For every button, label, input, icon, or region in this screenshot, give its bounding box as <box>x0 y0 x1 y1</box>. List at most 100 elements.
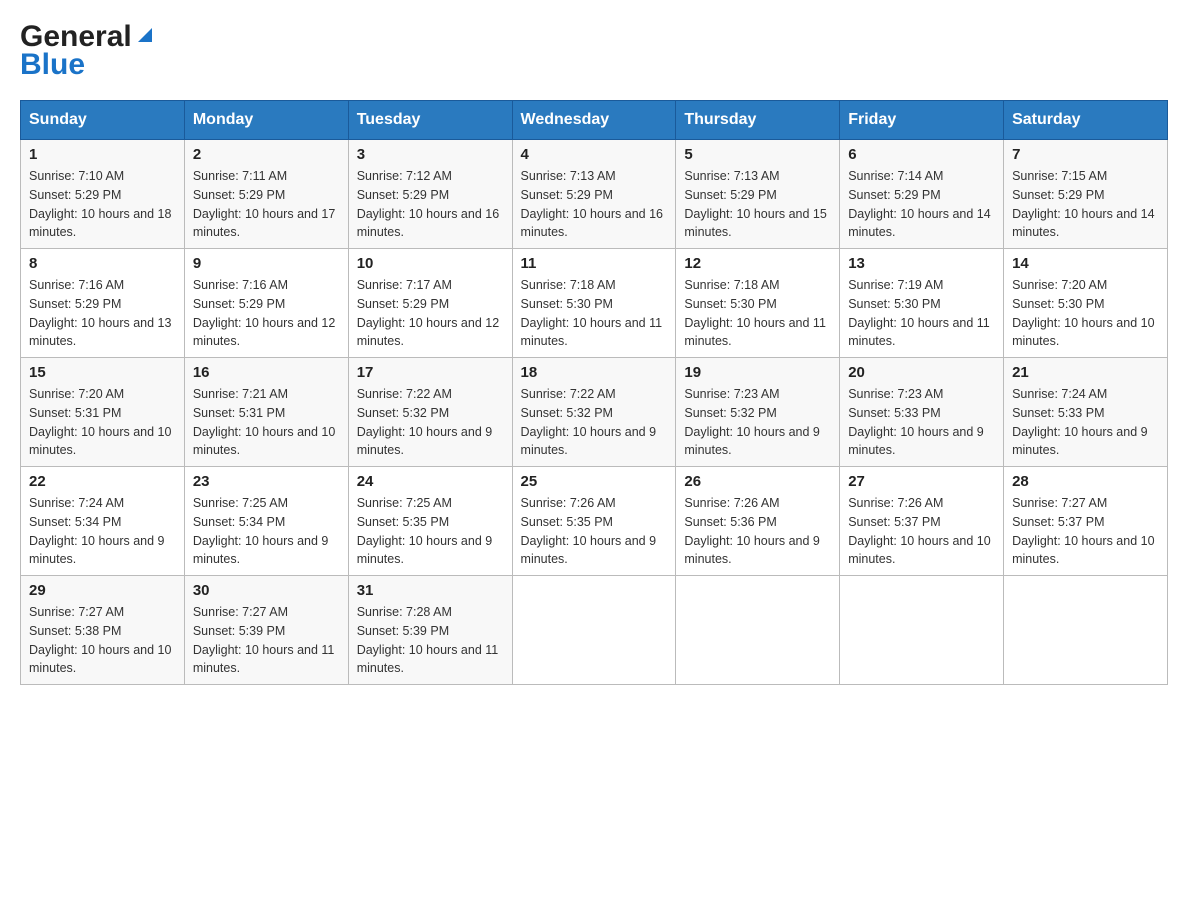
sunrise-text: Sunrise: 7:20 AM <box>1012 276 1159 295</box>
sunset-text: Sunset: 5:32 PM <box>521 404 668 423</box>
sunrise-text: Sunrise: 7:26 AM <box>521 494 668 513</box>
daylight-text: Daylight: 10 hours and 11 minutes. <box>848 314 995 352</box>
day-number: 19 <box>684 364 831 381</box>
sunset-text: Sunset: 5:32 PM <box>357 404 504 423</box>
week-row-2: 8Sunrise: 7:16 AMSunset: 5:29 PMDaylight… <box>21 249 1168 358</box>
daylight-text: Daylight: 10 hours and 15 minutes. <box>684 205 831 243</box>
sunset-text: Sunset: 5:30 PM <box>521 295 668 314</box>
sunrise-text: Sunrise: 7:13 AM <box>521 167 668 186</box>
daylight-text: Daylight: 10 hours and 13 minutes. <box>29 314 176 352</box>
daylight-text: Daylight: 10 hours and 11 minutes. <box>357 641 504 679</box>
daylight-text: Daylight: 10 hours and 10 minutes. <box>1012 532 1159 570</box>
daylight-text: Daylight: 10 hours and 14 minutes. <box>848 205 995 243</box>
daylight-text: Daylight: 10 hours and 14 minutes. <box>1012 205 1159 243</box>
day-info: Sunrise: 7:21 AMSunset: 5:31 PMDaylight:… <box>193 385 340 460</box>
day-info: Sunrise: 7:15 AMSunset: 5:29 PMDaylight:… <box>1012 167 1159 242</box>
daylight-text: Daylight: 10 hours and 10 minutes. <box>29 641 176 679</box>
sunrise-text: Sunrise: 7:15 AM <box>1012 167 1159 186</box>
header-saturday: Saturday <box>1004 101 1168 140</box>
day-info: Sunrise: 7:18 AMSunset: 5:30 PMDaylight:… <box>684 276 831 351</box>
sunset-text: Sunset: 5:29 PM <box>521 186 668 205</box>
day-number: 8 <box>29 255 176 272</box>
day-number: 3 <box>357 146 504 163</box>
daylight-text: Daylight: 10 hours and 9 minutes. <box>1012 423 1159 461</box>
sunset-text: Sunset: 5:39 PM <box>357 622 504 641</box>
daylight-text: Daylight: 10 hours and 9 minutes. <box>848 423 995 461</box>
calendar-cell-2: 2Sunrise: 7:11 AMSunset: 5:29 PMDaylight… <box>184 140 348 249</box>
sunrise-text: Sunrise: 7:28 AM <box>357 603 504 622</box>
daylight-text: Daylight: 10 hours and 9 minutes. <box>521 423 668 461</box>
daylight-text: Daylight: 10 hours and 9 minutes. <box>29 532 176 570</box>
calendar-cell-empty <box>676 576 840 685</box>
calendar-cell-19: 19Sunrise: 7:23 AMSunset: 5:32 PMDayligh… <box>676 358 840 467</box>
day-number: 5 <box>684 146 831 163</box>
day-number: 6 <box>848 146 995 163</box>
sunrise-text: Sunrise: 7:27 AM <box>1012 494 1159 513</box>
calendar-cell-20: 20Sunrise: 7:23 AMSunset: 5:33 PMDayligh… <box>840 358 1004 467</box>
day-number: 23 <box>193 473 340 490</box>
day-info: Sunrise: 7:24 AMSunset: 5:34 PMDaylight:… <box>29 494 176 569</box>
daylight-text: Daylight: 10 hours and 11 minutes. <box>521 314 668 352</box>
header-friday: Friday <box>840 101 1004 140</box>
daylight-text: Daylight: 10 hours and 9 minutes. <box>684 532 831 570</box>
logo: General Blue <box>20 20 156 82</box>
sunrise-text: Sunrise: 7:25 AM <box>357 494 504 513</box>
calendar-cell-24: 24Sunrise: 7:25 AMSunset: 5:35 PMDayligh… <box>348 467 512 576</box>
sunset-text: Sunset: 5:29 PM <box>1012 186 1159 205</box>
calendar-cell-16: 16 Sunrise: 7:21 AMSunset: 5:31 PMDayligh… <box>184 358 348 467</box>
sunrise-text: Sunrise: 7:11 AM <box>193 167 340 186</box>
day-number: 7 <box>1012 146 1159 163</box>
sunset-text: Sunset: 5:37 PM <box>1012 513 1159 532</box>
sunrise-text: Sunrise: 7:24 AM <box>29 494 176 513</box>
day-number: 16 <box>193 364 340 381</box>
daylight-text: Daylight: 10 hours and 10 minutes. <box>193 423 340 461</box>
sunrise-text: Sunrise: 7:13 AM <box>684 167 831 186</box>
calendar-cell-27: 27Sunrise: 7:26 AMSunset: 5:37 PMDayligh… <box>840 467 1004 576</box>
sunset-text: Sunset: 5:29 PM <box>684 186 831 205</box>
header-wednesday: Wednesday <box>512 101 676 140</box>
calendar-cell-5: 5 Sunrise: 7:13 AMSunset: 5:29 PMDaylight… <box>676 140 840 249</box>
daylight-text: Daylight: 10 hours and 16 minutes. <box>357 205 504 243</box>
day-info: Sunrise: 7:23 AMSunset: 5:33 PMDaylight:… <box>848 385 995 460</box>
sunset-text: Sunset: 5:34 PM <box>29 513 176 532</box>
sunrise-text: Sunrise: 7:26 AM <box>848 494 995 513</box>
day-number: 21 <box>1012 364 1159 381</box>
sunrise-text: Sunrise: 7:17 AM <box>357 276 504 295</box>
daylight-text: Daylight: 10 hours and 10 minutes. <box>1012 314 1159 352</box>
day-info: Sunrise: 7:13 AMSunset: 5:29 PMDaylight:… <box>684 167 831 242</box>
week-row-1: 1Sunrise: 7:10 AMSunset: 5:29 PMDaylight… <box>21 140 1168 249</box>
day-info: Sunrise: 7:20 AMSunset: 5:30 PMDaylight:… <box>1012 276 1159 351</box>
day-info: Sunrise: 7:27 AMSunset: 5:38 PMDaylight:… <box>29 603 176 678</box>
sunrise-text: Sunrise: 7:14 AM <box>848 167 995 186</box>
calendar-cell-8: 8Sunrise: 7:16 AMSunset: 5:29 PMDaylight… <box>21 249 185 358</box>
day-number: 28 <box>1012 473 1159 490</box>
sunset-text: Sunset: 5:39 PM <box>193 622 340 641</box>
calendar-cell-17: 17Sunrise: 7:22 AMSunset: 5:32 PMDayligh… <box>348 358 512 467</box>
calendar-cell-empty <box>840 576 1004 685</box>
day-info: Sunrise: 7:10 AMSunset: 5:29 PMDaylight:… <box>29 167 176 242</box>
day-number: 1 <box>29 146 176 163</box>
day-info: Sunrise: 7:20 AMSunset: 5:31 PMDaylight:… <box>29 385 176 460</box>
day-info: Sunrise: 7:13 AMSunset: 5:29 PMDaylight:… <box>521 167 668 242</box>
day-number: 27 <box>848 473 995 490</box>
day-number: 26 <box>684 473 831 490</box>
sunrise-text: Sunrise: 7:16 AM <box>29 276 176 295</box>
calendar-cell-14: 14Sunrise: 7:20 AMSunset: 5:30 PMDayligh… <box>1004 249 1168 358</box>
sunset-text: Sunset: 5:33 PM <box>1012 404 1159 423</box>
daylight-text: Daylight: 10 hours and 12 minutes. <box>357 314 504 352</box>
day-info: Sunrise: 7:22 AMSunset: 5:32 PMDaylight:… <box>521 385 668 460</box>
daylight-text: Daylight: 10 hours and 9 minutes. <box>357 423 504 461</box>
sunset-text: Sunset: 5:37 PM <box>848 513 995 532</box>
sunset-text: Sunset: 5:31 PM <box>29 404 176 423</box>
day-number: 2 <box>193 146 340 163</box>
sunrise-text: Sunrise: 7:10 AM <box>29 167 176 186</box>
calendar-cell-13: 13Sunrise: 7:19 AMSunset: 5:30 PMDayligh… <box>840 249 1004 358</box>
sunset-text: Sunset: 5:29 PM <box>357 186 504 205</box>
calendar-cell-3: 3Sunrise: 7:12 AMSunset: 5:29 PMDaylight… <box>348 140 512 249</box>
day-number: 13 <box>848 255 995 272</box>
day-info: Sunrise: 7:14 AMSunset: 5:29 PMDaylight:… <box>848 167 995 242</box>
header-sunday: Sunday <box>21 101 185 140</box>
calendar-cell-29: 29Sunrise: 7:27 AMSunset: 5:38 PMDayligh… <box>21 576 185 685</box>
daylight-text: Daylight: 10 hours and 9 minutes. <box>521 532 668 570</box>
day-number: 25 <box>521 473 668 490</box>
